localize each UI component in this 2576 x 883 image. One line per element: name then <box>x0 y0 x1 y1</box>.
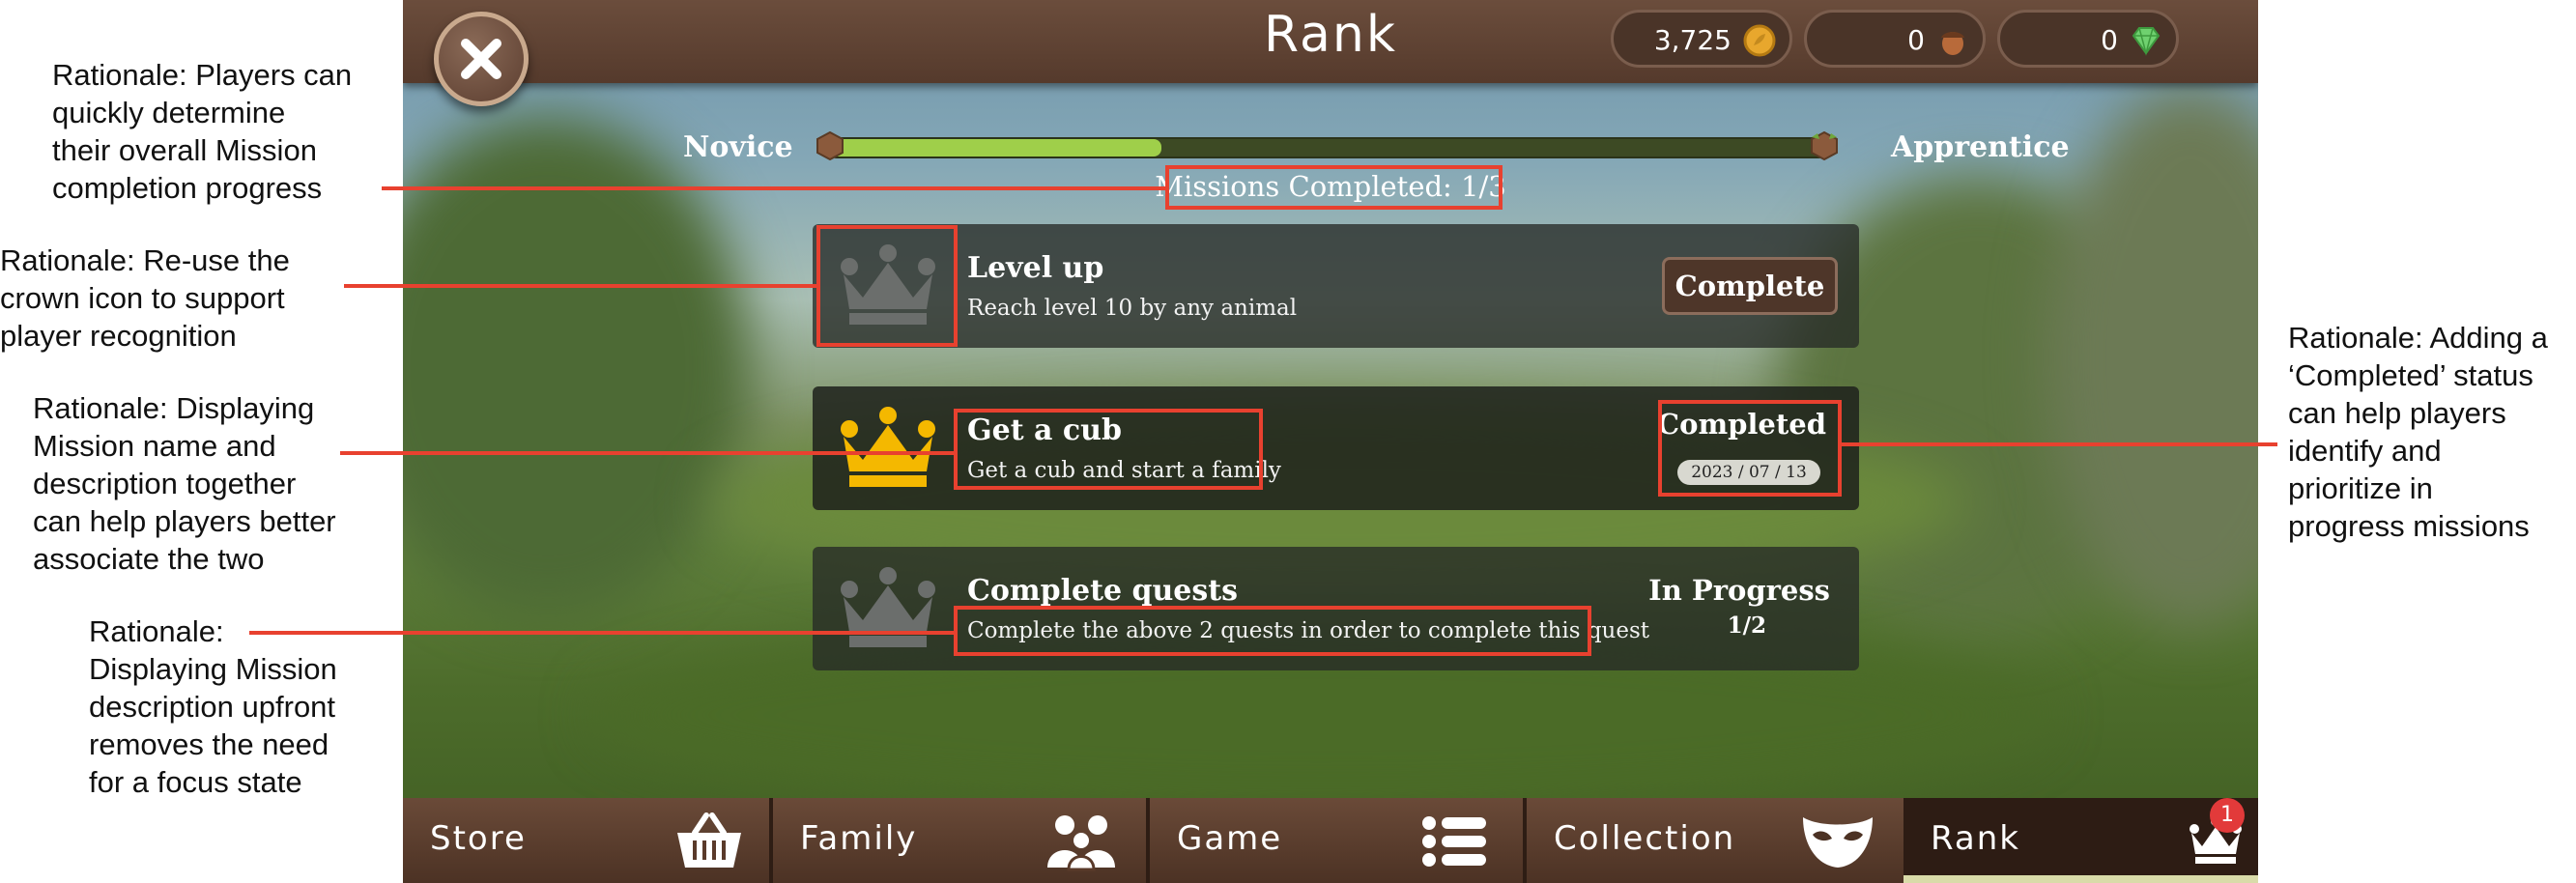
annotation-leader-line <box>382 186 1165 190</box>
annotation-desc-upfront: Rationale: Displaying Mission descriptio… <box>89 612 337 801</box>
annotation-line: can help players <box>2288 396 2506 430</box>
annotation-line: their overall Mission <box>52 133 317 167</box>
annotation-line: identify and <box>2288 434 2442 468</box>
tab-label: Family <box>800 819 918 858</box>
annotation-line: progress missions <box>2288 509 2530 543</box>
coin-counter[interactable]: 3,725 <box>1611 10 1792 68</box>
complete-button[interactable]: Complete <box>1662 257 1838 315</box>
annotation-name-desc: Rationale: Displaying Mission name and d… <box>33 389 336 578</box>
annotation-line: crown icon to support <box>0 281 285 315</box>
annotation-line: Displaying Mission <box>89 652 337 686</box>
rank-to-label: Apprentice <box>1891 130 2070 164</box>
acorn-count: 0 <box>1907 24 1925 56</box>
rank-from-label: Novice <box>683 130 793 164</box>
acorn-counter[interactable]: 0 <box>1804 10 1986 68</box>
annotation-line: can help players better <box>33 504 336 538</box>
game-screen: Rank 3,725 0 0 Novice Apprentice Mission… <box>403 0 2258 883</box>
bottom-tab-bar: Store Family Game Collection Rank <box>403 798 2258 883</box>
coin-icon <box>1743 24 1776 57</box>
annotation-line: prioritize in <box>2288 471 2433 505</box>
annotation-line: description together <box>33 467 297 500</box>
mission-title: Level up <box>967 251 1104 285</box>
annotation-line: quickly determine <box>52 96 286 129</box>
annotation-line: Rationale: Re-use the <box>0 243 290 277</box>
tab-family[interactable]: Family <box>773 798 1150 883</box>
mission-title: Complete quests <box>967 574 1238 608</box>
tab-game[interactable]: Game <box>1150 798 1527 883</box>
crown-icon <box>841 407 935 487</box>
crown-icon <box>841 567 935 647</box>
progress-start-node-icon <box>816 131 844 160</box>
tab-label: Collection <box>1554 819 1736 858</box>
annotation-line: for a focus state <box>89 765 302 799</box>
mission-description: Reach level 10 by any animal <box>967 296 1298 321</box>
mission-card-level-up: Level up Reach level 10 by any animal Co… <box>813 224 1859 348</box>
rank-progress-fill <box>830 139 1161 157</box>
highlight-description <box>954 606 1591 656</box>
annotation-completed: Rationale: Adding a ‘Completed’ status c… <box>2288 319 2548 545</box>
family-icon <box>1047 815 1115 871</box>
annotation-leader-line <box>1842 442 2277 446</box>
mission-status: In Progress <box>1648 574 1830 607</box>
annotation-line: completion progress <box>52 171 323 205</box>
basket-icon <box>677 812 741 868</box>
highlight-crown <box>816 225 958 347</box>
annotation-line: description upfront <box>89 690 336 724</box>
acorn-icon <box>1941 32 1964 55</box>
gem-icon <box>2132 27 2161 56</box>
close-icon <box>461 39 501 79</box>
annotation-line: Rationale: Displaying <box>33 391 315 425</box>
tab-rank[interactable]: Rank <box>1903 798 2258 883</box>
annotation-line: Mission name and <box>33 429 276 463</box>
mask-icon <box>1803 817 1873 868</box>
annotation-line: Rationale: Adding a <box>2288 321 2548 355</box>
coin-count: 3,725 <box>1653 24 1732 56</box>
list-icon <box>1422 816 1486 867</box>
annotation-crown: Rationale: Re-use the crown icon to supp… <box>0 242 290 355</box>
tab-label: Rank <box>1931 819 2020 858</box>
notification-badge: 1 <box>2210 798 2245 833</box>
annotation-line: ‘Completed’ status <box>2288 358 2533 392</box>
rank-progress-bar <box>828 137 1827 158</box>
gem-counter[interactable]: 0 <box>1997 10 2179 68</box>
highlight-name-desc <box>954 409 1263 490</box>
annotation-line: player recognition <box>0 319 237 353</box>
highlight-completed-status <box>1658 400 1842 497</box>
mission-progress: 1/2 <box>1727 612 1766 639</box>
annotation-leader-line <box>249 631 954 635</box>
annotation-line: associate the two <box>33 542 265 576</box>
close-button[interactable] <box>434 12 529 106</box>
annotation-line: Rationale: Players can <box>52 58 353 92</box>
annotation-leader-line <box>340 451 954 455</box>
highlight-missions-count <box>1165 165 1503 210</box>
tab-store[interactable]: Store <box>403 798 773 883</box>
annotation-line: removes the need <box>89 727 329 761</box>
tab-collection[interactable]: Collection <box>1527 798 1903 883</box>
tab-label: Store <box>430 819 527 858</box>
progress-end-node-icon <box>1811 131 1838 160</box>
top-bar: Rank 3,725 0 0 <box>403 0 2258 83</box>
tab-label: Game <box>1177 819 1283 858</box>
annotation-progress: Rationale: Players can quickly determine… <box>52 56 352 207</box>
annotation-leader-line <box>344 284 816 288</box>
gem-count: 0 <box>2101 24 2118 56</box>
